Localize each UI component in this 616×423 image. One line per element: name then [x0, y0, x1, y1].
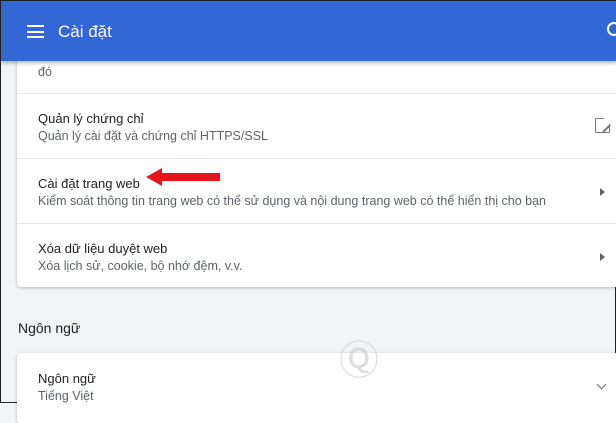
red-arrow-annotation — [146, 168, 220, 186]
item-title: Quản lý chứng chỉ — [38, 111, 144, 126]
arrow-right-icon — [600, 253, 605, 261]
search-icon[interactable] — [607, 22, 616, 36]
clear-browsing-data-item[interactable]: Xóa dữ liệu duyệt web Xóa lịch sử, cooki… — [17, 223, 616, 287]
language-item-title: Ngôn ngữ — [38, 371, 96, 386]
external-link-icon[interactable] — [595, 117, 611, 133]
manage-certificates-item[interactable]: Quản lý chứng chỉ Quản lý cài đặt và chứ… — [17, 93, 616, 158]
item-title: Cài đặt trang web — [38, 176, 140, 191]
language-card[interactable]: Ngôn ngữ Tiếng Việt — [17, 353, 616, 423]
item-subtitle: Quản lý cài đặt và chứng chỉ HTTPS/SSL — [38, 129, 268, 143]
language-item-value: Tiếng Việt — [38, 389, 94, 403]
menu-icon[interactable] — [27, 25, 44, 38]
arrow-right-icon — [600, 188, 605, 196]
item-subtitle: Kiểm soát thông tin trang web có thể sử … — [38, 194, 547, 208]
language-section-title: Ngôn ngữ — [18, 320, 81, 336]
watermark-logo: Ⓠ — [339, 338, 379, 384]
item-subtitle: Xóa lịch sử, cookie, bộ nhớ đệm, v.v. — [38, 259, 243, 273]
item-title: Xóa dữ liệu duyệt web — [38, 241, 168, 256]
site-settings-item[interactable]: Cài đặt trang web Kiểm soát thông tin tr… — [17, 158, 616, 223]
page-title: Cài đặt — [58, 22, 112, 41]
app-header: Cài đặt — [1, 1, 616, 61]
previous-item-continuation: đó — [38, 65, 52, 79]
privacy-card: đó Quản lý chứng chỉ Quản lý cài đặt và … — [17, 41, 616, 287]
